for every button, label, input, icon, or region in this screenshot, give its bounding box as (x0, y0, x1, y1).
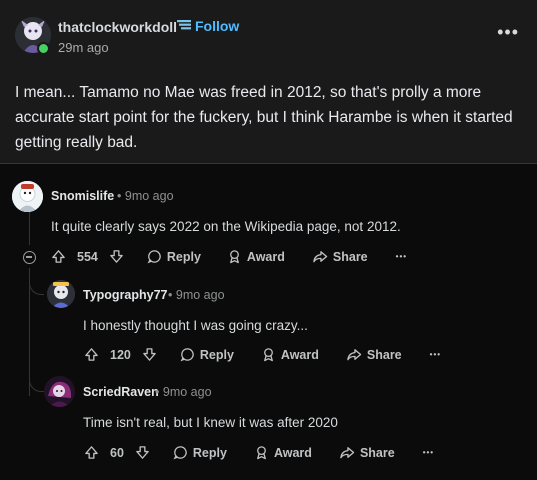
share-arrow-icon (346, 347, 362, 362)
comment-actions: 60 Reply Award Share ••• (84, 445, 434, 460)
award-icon (227, 249, 242, 264)
comment-timestamp: • 9mo ago (117, 189, 174, 203)
comment-text: It quite clearly says 2022 on the Wikipe… (51, 219, 401, 234)
award-label: Award (273, 445, 312, 460)
comment-avatar[interactable] (12, 181, 43, 212)
collapse-icon[interactable] (23, 251, 36, 264)
award-label: Award (246, 249, 285, 264)
comment-avatar[interactable] (47, 280, 75, 308)
reply-bubble-icon (147, 249, 162, 264)
share-label: Share (366, 347, 402, 362)
post-body: I mean... Tamamo no Mae was freed in 201… (15, 84, 513, 151)
share-label: Share (332, 249, 368, 264)
comment-time: 9mo ago (175, 288, 225, 302)
comment-actions: 120 Reply Award Share ••• (84, 347, 441, 362)
comment-timestamp: • 9mo ago (168, 288, 225, 302)
more-icon[interactable]: ••• (423, 448, 434, 457)
share-arrow-icon (339, 445, 355, 460)
award-button[interactable]: Award (254, 445, 312, 460)
upvote-icon[interactable] (51, 249, 66, 264)
award-label: Award (280, 347, 319, 362)
separator-dot: • (155, 385, 160, 399)
reply-button[interactable]: Reply (147, 249, 201, 264)
post-timestamp: 29m ago (58, 40, 109, 55)
reply-bubble-icon (180, 347, 195, 362)
comment-timestamp: • 9mo ago (155, 385, 212, 399)
vote-count: 554 (77, 249, 98, 264)
flair-icon (177, 18, 191, 34)
online-status-icon (37, 42, 50, 55)
vote-group: 60 (84, 445, 150, 460)
reply-label: Reply (166, 249, 201, 264)
award-button[interactable]: Award (227, 249, 285, 264)
comment-author[interactable]: ScriedRaven (83, 385, 159, 399)
thread-curve (29, 268, 44, 295)
vote-count: 120 (110, 347, 131, 362)
reply-button[interactable]: Reply (180, 347, 234, 362)
vote-group: 120 (84, 347, 157, 362)
reply-button[interactable]: Reply (173, 445, 227, 460)
downvote-icon[interactable] (135, 445, 150, 460)
comment-actions: 554 Reply Award Share ••• (51, 249, 407, 264)
vote-count: 60 (110, 445, 124, 460)
separator-dot: • (168, 288, 173, 302)
upvote-icon[interactable] (84, 347, 99, 362)
comment-author[interactable]: Typography77 (83, 288, 168, 302)
reply-bubble-icon (173, 445, 188, 460)
comment-time: 9mo ago (162, 385, 212, 399)
more-icon[interactable]: ••• (497, 22, 519, 43)
comment-text: I honestly thought I was going crazy... (83, 318, 308, 333)
share-button[interactable]: Share (346, 347, 402, 362)
comment-text: Time isn't real, but I knew it was after… (83, 415, 338, 430)
more-icon[interactable]: ••• (396, 252, 407, 261)
share-button[interactable]: Share (339, 445, 395, 460)
share-arrow-icon (312, 249, 328, 264)
award-button[interactable]: Award (261, 347, 319, 362)
share-button[interactable]: Share (312, 249, 368, 264)
separator-dot: • (117, 189, 122, 203)
vote-group: 554 (51, 249, 124, 264)
post-author-name[interactable]: thatclockworkdoll (58, 19, 177, 35)
share-label: Share (359, 445, 395, 460)
follow-button[interactable]: Follow (177, 18, 239, 34)
post-card: thatclockworkdoll Follow 29m ago ••• I m… (0, 0, 537, 164)
thread-line (29, 212, 30, 245)
downvote-icon[interactable] (109, 249, 124, 264)
follow-label: Follow (195, 18, 240, 34)
comment-avatar[interactable] (44, 376, 75, 407)
award-icon (261, 347, 276, 362)
downvote-icon[interactable] (142, 347, 157, 362)
thread-curve (29, 365, 44, 392)
reply-label: Reply (192, 445, 227, 460)
more-icon[interactable]: ••• (430, 350, 441, 359)
reply-label: Reply (199, 347, 234, 362)
award-icon (254, 445, 269, 460)
comment-author[interactable]: Snomislife (51, 189, 114, 203)
comment-time: 9mo ago (124, 189, 174, 203)
upvote-icon[interactable] (84, 445, 99, 460)
